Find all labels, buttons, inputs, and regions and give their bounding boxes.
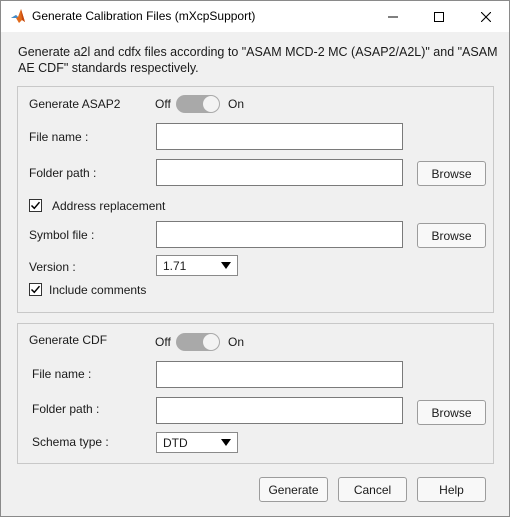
cdf-file-name-input[interactable] xyxy=(156,361,403,388)
minimize-button[interactable] xyxy=(370,1,416,32)
asap2-panel: Generate ASAP2 Off On File name : Folder… xyxy=(17,86,494,313)
asap2-toggle-on-label: On xyxy=(228,97,245,111)
asap2-folder-path-input[interactable] xyxy=(156,159,403,186)
version-dropdown[interactable]: 1.71 xyxy=(156,255,238,276)
close-button[interactable] xyxy=(463,1,509,32)
symbol-file-label: Symbol file : xyxy=(29,228,95,242)
schema-type-value: DTD xyxy=(163,436,188,450)
asap2-folder-path-label: Folder path : xyxy=(29,166,97,180)
version-label: Version : xyxy=(29,260,76,274)
help-button[interactable]: Help xyxy=(417,477,486,502)
cdf-folder-path-label: Folder path : xyxy=(32,402,100,416)
asap2-heading: Generate ASAP2 xyxy=(29,97,121,111)
symbol-file-input[interactable] xyxy=(156,221,403,248)
asap2-toggle-switch[interactable] xyxy=(176,95,220,113)
checkmark-icon xyxy=(30,285,41,294)
toggle-knob xyxy=(203,334,219,350)
asap2-file-name-input[interactable] xyxy=(156,123,403,150)
chevron-down-icon xyxy=(221,262,231,269)
maximize-button[interactable] xyxy=(416,1,462,32)
toggle-knob xyxy=(203,96,219,112)
symbol-file-browse-button[interactable]: Browse xyxy=(417,223,486,248)
cdf-toggle-on-label: On xyxy=(228,335,245,349)
cdf-file-name-label: File name : xyxy=(32,367,92,381)
version-value: 1.71 xyxy=(163,259,187,273)
title-bar: Generate Calibration Files (mXcpSupport) xyxy=(1,1,509,32)
asap2-toggle-off-label: Off xyxy=(155,97,171,111)
cdf-heading: Generate CDF xyxy=(29,333,108,347)
include-comments-label: Include comments xyxy=(49,283,147,297)
cdf-panel: Generate CDF Off On File name : Folder p… xyxy=(17,323,494,464)
chevron-down-icon xyxy=(221,439,231,446)
include-comments-checkbox[interactable] xyxy=(29,283,42,296)
matlab-logo-icon xyxy=(10,8,26,24)
schema-type-dropdown[interactable]: DTD xyxy=(156,432,238,453)
close-icon xyxy=(481,11,491,22)
calibration-dialog: Generate Calibration Files (mXcpSupport)… xyxy=(0,0,510,517)
maximize-icon xyxy=(434,11,444,22)
cdf-toggle-switch[interactable] xyxy=(176,333,220,351)
window-title: Generate Calibration Files (mXcpSupport) xyxy=(32,9,256,23)
asap2-folder-browse-button[interactable]: Browse xyxy=(417,161,486,186)
asap2-file-name-label: File name : xyxy=(29,130,89,144)
cdf-folder-path-input[interactable] xyxy=(156,397,403,424)
dialog-description: Generate a2l and cdfx files according to… xyxy=(18,45,498,75)
checkmark-icon xyxy=(30,201,41,210)
schema-type-label: Schema type : xyxy=(32,435,109,449)
address-replacement-checkbox[interactable] xyxy=(29,199,42,212)
cdf-toggle-off-label: Off xyxy=(155,335,171,349)
cancel-button[interactable]: Cancel xyxy=(338,477,407,502)
address-replacement-label: Address replacement xyxy=(52,199,166,213)
cdf-folder-browse-button[interactable]: Browse xyxy=(417,400,486,425)
minimize-icon xyxy=(388,16,398,17)
generate-button[interactable]: Generate xyxy=(259,477,328,502)
